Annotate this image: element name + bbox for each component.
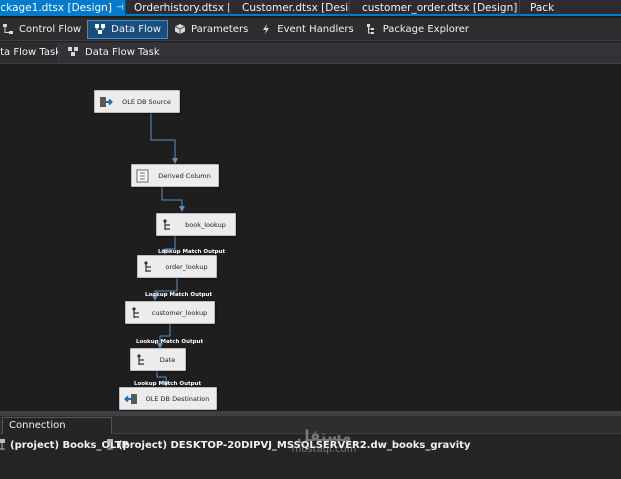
data-flow-task-icon [67, 46, 79, 60]
doc-tab-customer[interactable]: Customer.dtsx [Design] [229, 0, 349, 16]
component-ole-db-destination[interactable]: OLE DB Destination [119, 387, 217, 410]
selected-task: Data Flow Task [85, 47, 160, 58]
watermark-arabic: مستقل [296, 427, 352, 445]
destination-icon [123, 391, 139, 407]
doc-tab-orderhistory[interactable]: Orderhistory.dtsx [Design] [125, 0, 229, 16]
component-label: Derived Column [158, 171, 211, 180]
data-flow-paths [150, 113, 185, 387]
doc-tab-label: Pack [530, 2, 555, 14]
connection-icon [0, 438, 7, 453]
task-selector[interactable]: Data Flow Task [58, 42, 621, 63]
tab-label: Control Flow [19, 23, 82, 35]
tab-parameters[interactable]: Parameters [168, 20, 254, 39]
tab-label: Event Handlers [277, 23, 354, 35]
component-customer-lookup[interactable]: customer_lookup [125, 301, 215, 324]
mostaql-watermark: مستقل mostaql.com [289, 428, 359, 456]
source-icon [98, 94, 114, 110]
document-tab-strip: ackage1.dtsx [Design] ⊣ × Orderhistory.d… [0, 0, 621, 16]
doc-tab-label: Orderhistory.dtsx [Design] [134, 2, 229, 14]
designer-tab-strip: Control Flow Data Flow Parameters Event … [0, 18, 621, 41]
tab-label: Package Explorer [382, 23, 469, 35]
component-date[interactable]: Date [130, 348, 186, 371]
component-label: order_lookup [165, 262, 208, 271]
lookup-icon [160, 217, 176, 233]
component-order-lookup[interactable]: order_lookup [137, 255, 217, 278]
data-flow-task-bar: ata Flow Task: Data Flow Task [0, 42, 621, 64]
doc-tab-pack[interactable]: Pack [519, 0, 621, 16]
doc-tab-package1[interactable]: ackage1.dtsx [Design] ⊣ × [0, 0, 125, 16]
path-source-to-derived [150, 113, 178, 164]
doc-tab-customer-order[interactable]: customer_order.dtsx [Design] [349, 0, 519, 16]
path-label: Lookup Match Output [145, 292, 213, 298]
connection-item[interactable]: (project) DESKTOP-20DIPVJ_MSSQLSERVER2.d… [105, 438, 470, 453]
control-flow-icon [2, 23, 14, 35]
component-derived-column[interactable]: Derived Column [131, 164, 219, 187]
tab-control-flow[interactable]: Control Flow [0, 20, 87, 39]
connection-managers-tab[interactable]: Connection Managers [2, 417, 112, 446]
component-book-lookup[interactable]: book_lookup [156, 213, 236, 236]
package-explorer-icon [366, 23, 378, 35]
data-flow-icon [94, 23, 106, 35]
doc-tab-label: Customer.dtsx [Design] [242, 2, 349, 14]
watermark-latin: mostaql.com [291, 444, 357, 455]
tab-data-flow[interactable]: Data Flow [87, 19, 169, 39]
parameters-icon [174, 23, 186, 35]
derived-column-icon [135, 168, 151, 184]
component-label: customer_lookup [151, 308, 208, 317]
component-label: OLE DB Source [122, 97, 171, 106]
component-label: Date [159, 355, 176, 364]
task-label: ata Flow Task: [0, 47, 65, 58]
tab-label: Data Flow [111, 23, 162, 35]
component-label: book_lookup [185, 220, 226, 229]
lookup-icon [129, 305, 145, 321]
doc-tab-label: ackage1.dtsx [Design] [0, 2, 112, 14]
connection-icon [105, 438, 115, 453]
doc-tab-label: customer_order.dtsx [Design] [362, 2, 518, 14]
tab-label: Parameters [191, 23, 249, 35]
path-derived-to-book [161, 187, 185, 212]
data-flow-canvas[interactable]: OLE DB Source Derived Column book_lookup… [0, 65, 621, 411]
lookup-icon [134, 352, 150, 368]
pin-icon[interactable]: ⊣ [116, 0, 124, 16]
tab-event-handlers[interactable]: Event Handlers [254, 20, 359, 39]
component-label: OLE DB Destination [145, 394, 210, 403]
event-handlers-icon [260, 23, 272, 35]
path-label: Lookup Match Output [136, 339, 204, 345]
lookup-icon [141, 259, 157, 275]
component-ole-db-source[interactable]: OLE DB Source [94, 90, 180, 113]
tab-package-explorer[interactable]: Package Explorer [360, 20, 475, 39]
